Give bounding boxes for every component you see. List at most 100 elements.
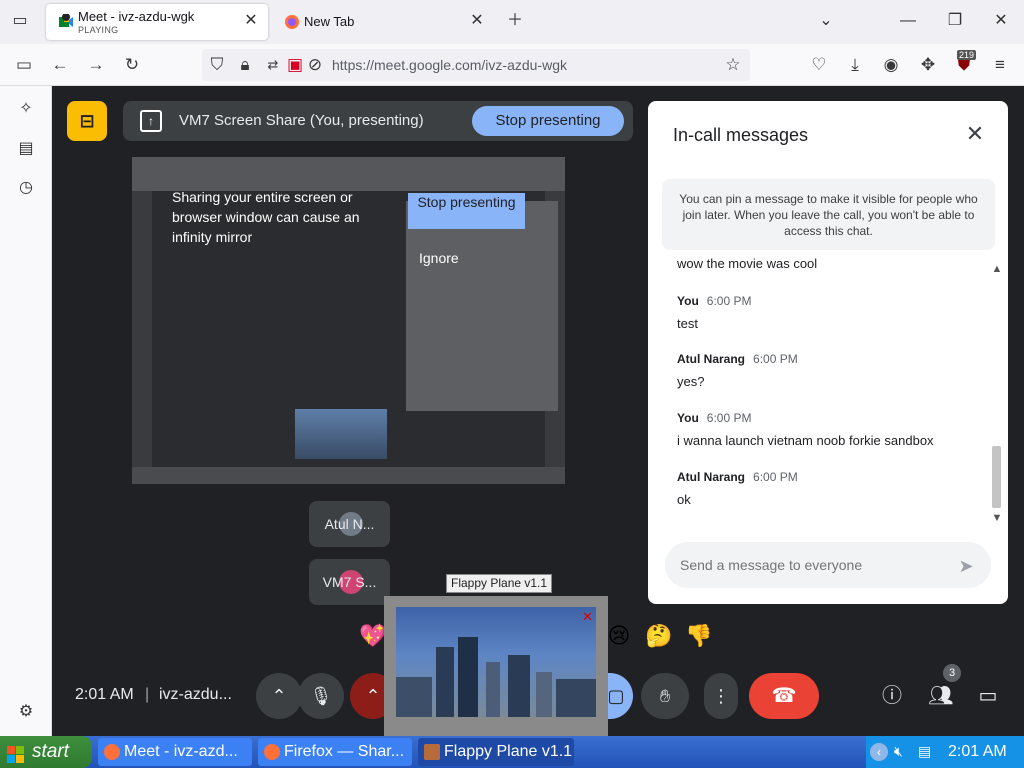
separator: | [145, 686, 150, 703]
start-label: start [32, 741, 69, 762]
close-tab-icon[interactable]: ✕ [242, 12, 260, 30]
reaction-thumbs-down[interactable]: 👎 [683, 620, 715, 652]
back-icon[interactable]: ← [49, 54, 71, 76]
reload-icon[interactable]: ↻ [121, 54, 143, 76]
volume-muted-icon[interactable]: 🔇︎ [894, 743, 903, 760]
microphone-button[interactable]: 🎙︎ [298, 673, 344, 719]
list-item: Atul Narang 6:00 PM ok [677, 468, 967, 507]
message-sender: Atul Narang [677, 470, 746, 484]
meet-favicon-icon [58, 13, 74, 30]
preview-taskbar [132, 467, 565, 484]
system-tray: ‹ 🔇︎ ▤ 2:01 AM [866, 736, 1024, 768]
message-text: yes? [677, 374, 705, 389]
permissions-icon[interactable]: ⇄ [262, 54, 284, 76]
list-item: You 6:00 PM i wanna launch vietnam noob f… [677, 409, 967, 448]
windows-taskbar: start Meet - ivz-azd... Firefox — Shar..… [0, 736, 1024, 768]
firefox-icon [104, 744, 120, 760]
sidebar-toggle-icon[interactable]: ▭ [13, 54, 35, 76]
message-sender: Atul Narang [677, 352, 746, 366]
screen-share-indicator-icon[interactable]: ▣ [284, 54, 306, 76]
bookmark-star-icon[interactable]: ☆ [722, 54, 744, 76]
close-window-icon[interactable]: ✕ [990, 10, 1012, 32]
minimize-icon[interactable]: — [897, 10, 919, 32]
chat-icon[interactable]: ▭ [976, 684, 1000, 708]
nav-bar: ▭ ← → ↻ ⛉ 🔒︎ ⇄ ▣ ⊘ https://meet.google.c… [0, 44, 1024, 86]
stop-presenting-button[interactable]: Stop presenting [472, 106, 624, 136]
message-list[interactable]: wow the movie was cool You 6:00 PM test A… [648, 254, 988, 526]
preview-chat-panel [406, 201, 558, 411]
chat-message-input[interactable] [665, 542, 991, 588]
presenting-bar: ↑ VM7 Screen Share (You, presenting) Sto… [123, 101, 633, 141]
flappy-tooltip: Flappy Plane v1.1 [446, 574, 553, 593]
downloads-icon[interactable]: ⤓ [844, 54, 866, 76]
windows-logo-icon [7, 743, 25, 763]
tab-title: Meet - ivz-azdu-wgk [78, 9, 195, 24]
meeting-tools-button[interactable]: ⊟ [67, 101, 107, 141]
start-button[interactable]: start [0, 736, 92, 768]
list-item: Atul Narang 6:00 PM yes? [677, 350, 967, 389]
chat-title: In-call messages [673, 125, 809, 145]
list-item: You 6:00 PM test [677, 292, 967, 331]
menu-icon[interactable]: ≡ [989, 54, 1011, 76]
participant-tile[interactable]: Atul N... [309, 501, 390, 547]
tab-new-tab[interactable]: New Tab ✕ [272, 4, 494, 40]
raise-hand-button[interactable]: ✋︎ [641, 673, 689, 719]
taskbar-item-label: Firefox — Shar... [284, 743, 405, 760]
participant-name: VM7 S... [322, 574, 377, 590]
message-text: ok [677, 492, 691, 507]
participant-tile[interactable]: VM7 S... [309, 559, 390, 605]
taskbar-clock[interactable]: 2:01 AM [948, 743, 1007, 761]
preview-city-thumbnail [295, 409, 387, 459]
account-icon[interactable]: ◉ [880, 54, 902, 76]
tab-list-icon[interactable]: ▭ [9, 10, 31, 32]
close-icon[interactable]: ✕ [963, 122, 987, 146]
flappy-plane-icon [424, 744, 440, 760]
settings-gear-icon[interactable]: ⚙ [15, 701, 37, 723]
flappy-window-thumbnail[interactable]: ✕ [384, 596, 608, 737]
infinity-mirror-warning: Sharing your entire screen or browser wi… [172, 189, 360, 245]
url-text: https://meet.google.com/ivz-azdu-wgk [332, 57, 567, 73]
chevron-down-icon[interactable]: ⌄ [815, 10, 837, 32]
network-icon[interactable]: ▤ [918, 743, 931, 760]
more-options-icon[interactable]: ⋮ [704, 673, 738, 719]
extensions-icon[interactable]: ✥ [917, 54, 939, 76]
close-tab-icon[interactable]: ✕ [468, 12, 486, 30]
flappy-game-canvas: ✕ [396, 607, 596, 717]
scroll-down-icon[interactable]: ▼ [990, 512, 1004, 526]
presenting-label: VM7 Screen Share (You, presenting) [179, 112, 424, 129]
maximize-icon[interactable]: ❐ [944, 10, 966, 32]
autoplay-blocked-icon[interactable]: ⊘ [304, 54, 326, 76]
scrollbar-thumb[interactable] [992, 446, 1001, 508]
show-hidden-icons-icon[interactable]: ‹ [870, 743, 888, 761]
message-text: wow the movie was cool [677, 256, 818, 271]
meeting-code: ivz-azdu... [159, 686, 232, 703]
lock-icon[interactable]: 🔒︎ [234, 54, 256, 76]
meeting-details-icon[interactable]: ⓘ [880, 684, 904, 708]
synced-tabs-icon[interactable]: ▤ [15, 138, 37, 160]
audio-options-chevron-icon[interactable]: ⌃ [256, 673, 302, 719]
preview-browser-chrome [132, 157, 565, 191]
message-text: test [677, 316, 698, 331]
mirror-ignore-button[interactable]: Ignore [419, 250, 459, 266]
mirror-stop-presenting-button[interactable]: Stop presenting [408, 193, 525, 229]
message-time: 6:00 PM [753, 470, 798, 484]
ai-chatbot-icon[interactable]: ✧ [15, 98, 37, 120]
tab-meet[interactable]: Meet - ivz-azdu-wgk PLAYING ✕ [46, 4, 268, 40]
new-tab-icon[interactable]: ＋ [504, 10, 526, 32]
scroll-up-icon[interactable]: ▲ [990, 263, 1004, 277]
reaction-thinking-face[interactable]: 🤔 [643, 620, 675, 652]
tab-playing-status: PLAYING [78, 25, 119, 35]
send-icon[interactable]: ➤ [954, 554, 978, 578]
firefox-icon [264, 744, 280, 760]
taskbar-item-firefox[interactable]: Firefox — Shar... [258, 738, 412, 766]
url-bar[interactable]: ⛉ 🔒︎ ⇄ ▣ ⊘ https://meet.google.com/ivz-a… [202, 49, 750, 81]
message-text: i wanna launch vietnam noob forkie sandb… [677, 433, 934, 448]
pocket-icon[interactable]: ♡ [808, 54, 830, 76]
taskbar-item-flappy[interactable]: Flappy Plane v1.1 [418, 738, 574, 766]
forward-icon[interactable]: → [85, 54, 107, 76]
people-icon[interactable]: 👥︎ [928, 684, 953, 708]
leave-call-button[interactable]: ☎︎ [749, 673, 819, 719]
shield-icon[interactable]: ⛉ [206, 54, 228, 76]
taskbar-item-meet[interactable]: Meet - ivz-azd... [98, 738, 252, 766]
history-icon[interactable]: ◷ [15, 177, 37, 199]
